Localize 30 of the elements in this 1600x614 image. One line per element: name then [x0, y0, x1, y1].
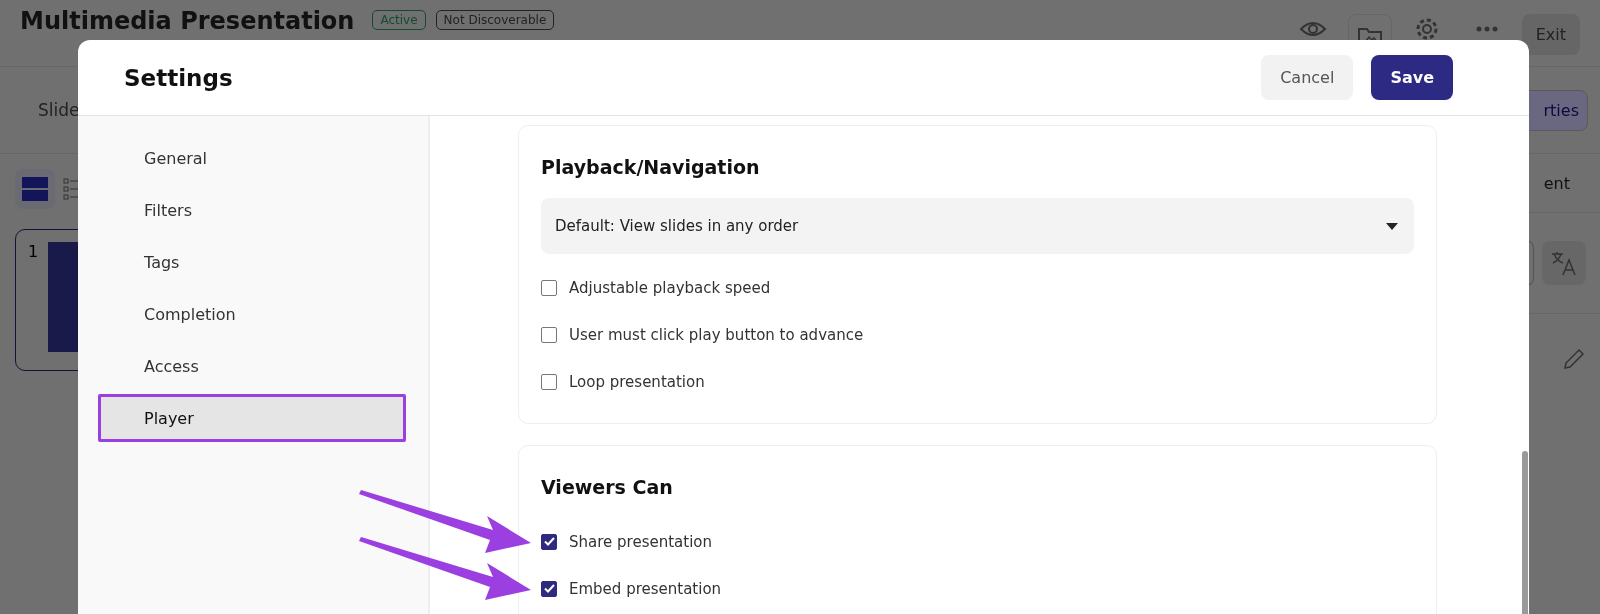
section-title: Playback/Navigation	[541, 156, 761, 178]
grid-view-icon[interactable]	[15, 169, 55, 209]
save-button[interactable]: Save	[1371, 55, 1453, 100]
checkbox[interactable]	[541, 580, 557, 597]
option-label: User must click play button to advance	[569, 325, 864, 344]
scrollbar[interactable]	[1522, 451, 1528, 614]
nav-item[interactable]: General	[98, 134, 406, 182]
option-label: Loop presentation	[569, 372, 705, 391]
translate-icon	[1550, 249, 1578, 277]
option-label: Embed presentation	[569, 579, 722, 598]
column-header: ent	[1543, 173, 1571, 195]
section-title: Viewers Can	[541, 476, 674, 498]
nav-item[interactable]: Player	[98, 394, 406, 442]
checkbox[interactable]	[541, 326, 557, 343]
dialog-title: Settings	[124, 64, 234, 91]
pencil-icon[interactable]	[1562, 346, 1586, 371]
checkbox[interactable]	[541, 373, 557, 390]
checkbox[interactable]	[541, 279, 557, 296]
caret-icon	[1386, 222, 1398, 230]
slide-number: 1	[28, 242, 39, 263]
cancel-button[interactable]: Cancel	[1261, 55, 1354, 100]
checkbox[interactable]	[541, 533, 557, 550]
option-label: Adjustable playback speed	[569, 278, 771, 297]
status-badge: Not Discoverable	[435, 10, 555, 30]
page-title: Multimedia Presentation	[20, 6, 355, 36]
translate-button[interactable]	[1542, 241, 1586, 285]
option-label: Share presentation	[569, 532, 712, 551]
navigation-dropdown[interactable]: Default: View slides in any order	[541, 198, 1414, 254]
status-badge: Active	[372, 10, 426, 30]
list-view-icon[interactable]	[63, 177, 79, 201]
